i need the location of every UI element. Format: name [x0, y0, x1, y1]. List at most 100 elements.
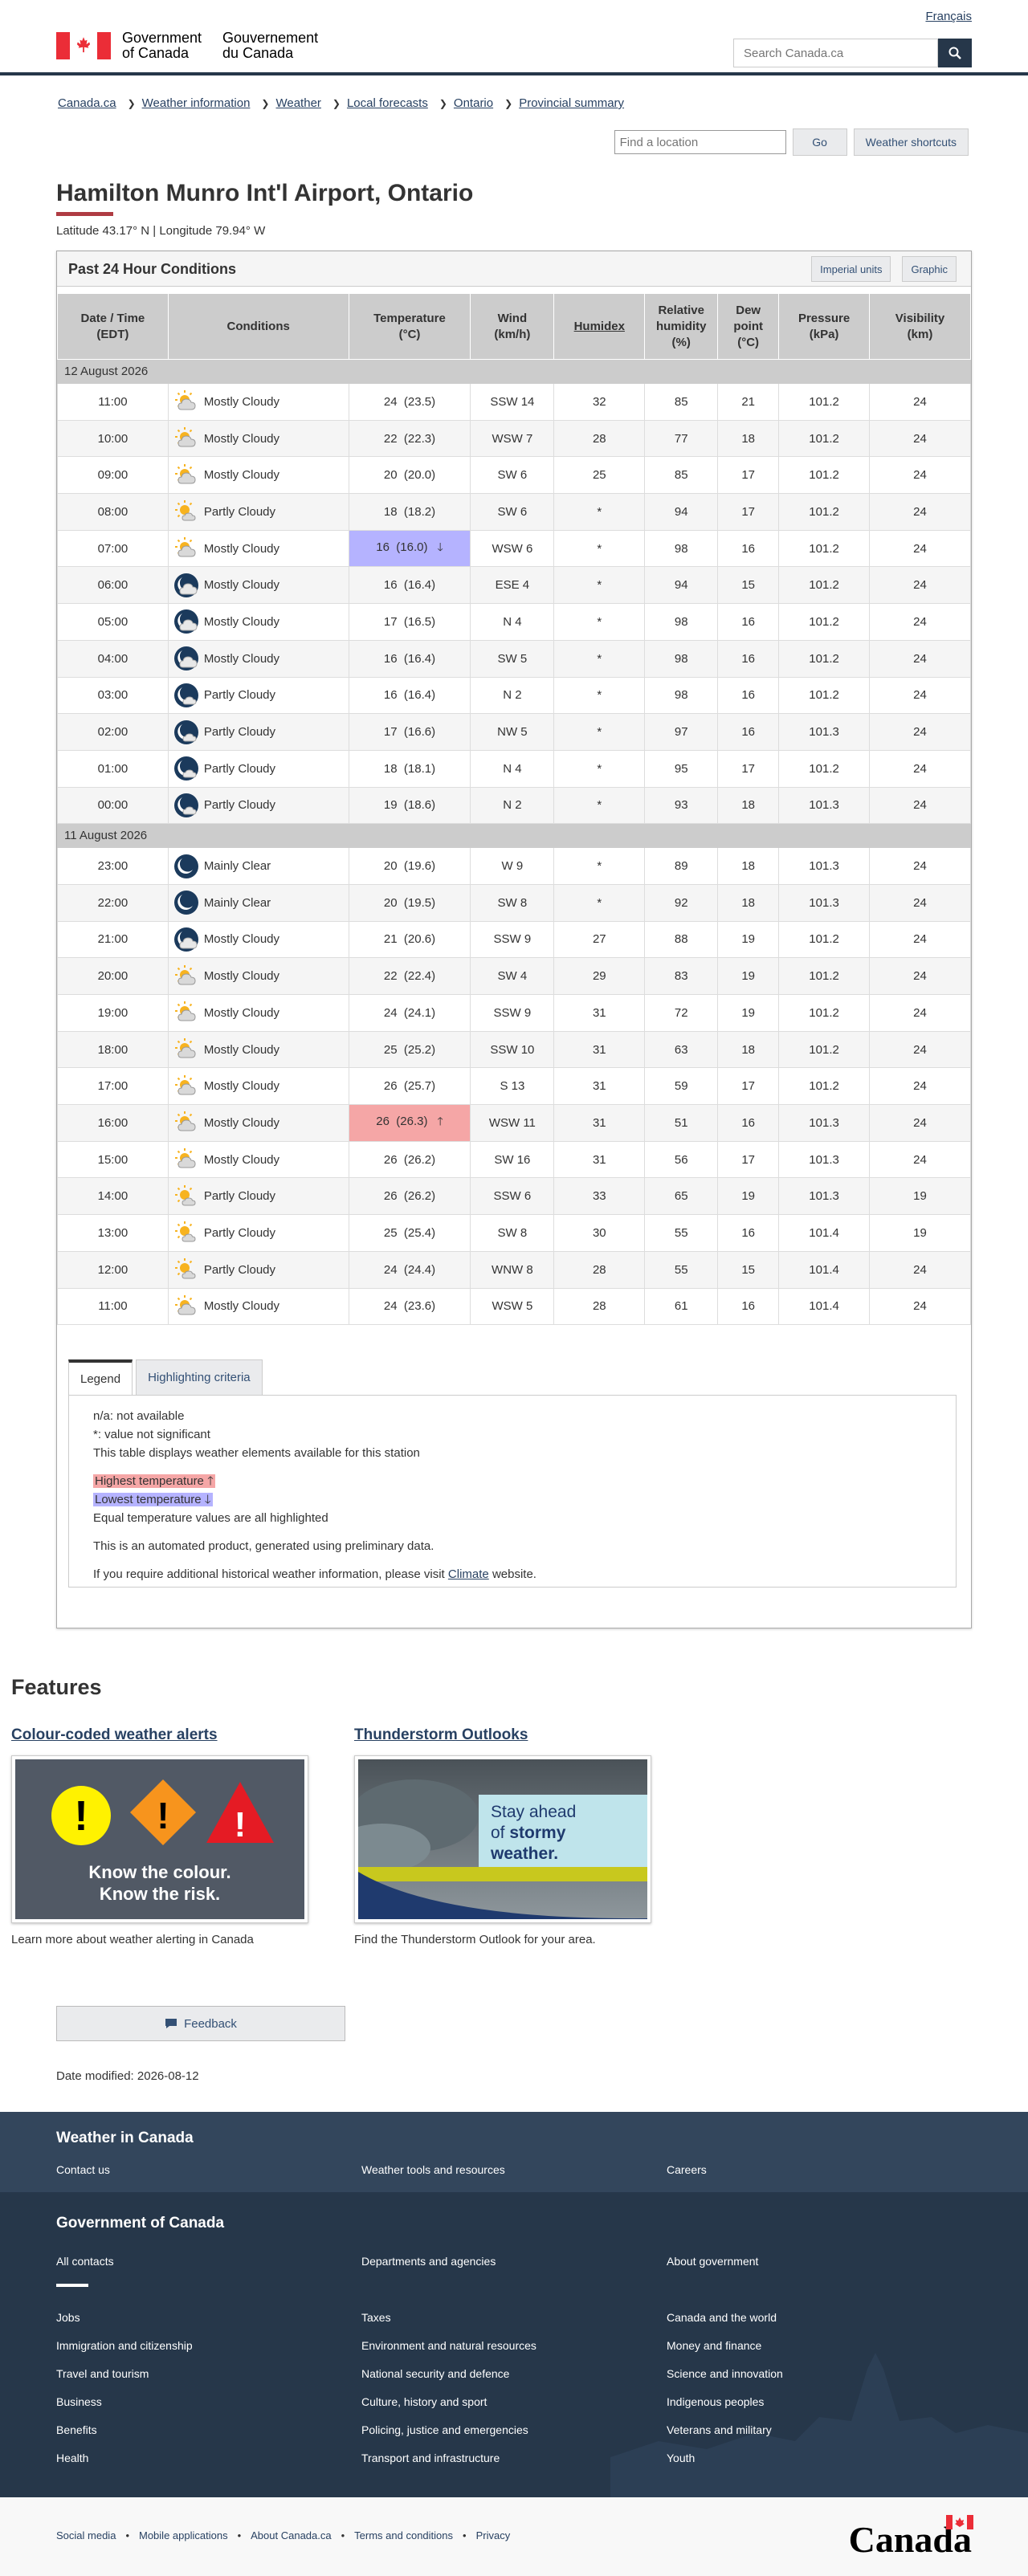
table-row: 19:00 Mostly Cloudy 24 (24.1) SSW 9 31 72 19 10… [57, 994, 971, 1032]
col-header-humidity: Relative humidity (%) [644, 293, 719, 360]
sub-footer-link[interactable]: About Canada.ca [251, 2529, 331, 2541]
col-header-wind: Wind (km/h) [470, 293, 555, 360]
cell-time: 02:00 [57, 713, 169, 751]
footer-link[interactable]: Health [56, 2452, 88, 2464]
cell-dew-point: 17 [717, 493, 780, 531]
cell-wind: NW 5 [470, 713, 555, 751]
footer-link[interactable]: National security and defence [361, 2367, 509, 2380]
col-header-humidex[interactable]: Humidex [553, 293, 646, 360]
search-input[interactable] [733, 39, 938, 67]
footer-link[interactable]: Veterans and military [667, 2423, 772, 2436]
cell-temperature: 18 (18.2) [348, 493, 471, 531]
sub-footer-link[interactable]: Privacy [476, 2529, 511, 2541]
weather-footer: Weather in Canada Contact us Weather too… [0, 2112, 1028, 2192]
features-title: Features [11, 1675, 102, 1699]
table-row: 23:00 Mainly Clear 20 (19.6) W 9 * 89 18 101.3 2… [57, 847, 971, 885]
cell-visibility: 24 [869, 383, 971, 421]
climate-link[interactable]: Climate [448, 1567, 489, 1581]
footer-goc-title: Government of Canada [56, 2215, 225, 2232]
feature-link-thunderstorm[interactable]: Thunderstorm Outlooks [354, 1726, 528, 1743]
table-row: 11:00 Mostly Cloudy 24 (23.5) SSW 14 32 85 21 1… [57, 383, 971, 421]
feature-link-weather-alerts[interactable]: Colour-coded weather alerts [11, 1726, 218, 1743]
graphic-button[interactable]: Graphic [902, 256, 957, 282]
footer-link[interactable]: Contact us [56, 2163, 110, 2176]
search-button[interactable] [938, 39, 972, 67]
sun-cloud-icon [174, 1148, 196, 1168]
cell-time: 03:00 [57, 676, 169, 715]
footer-link[interactable]: Youth [667, 2452, 695, 2464]
footer-link[interactable]: Transport and infrastructure [361, 2452, 500, 2464]
cell-dew-point: 17 [717, 1067, 780, 1106]
footer-link[interactable]: Taxes [361, 2311, 391, 2324]
cell-pressure: 101.2 [778, 383, 871, 421]
tab-legend[interactable]: Legend [68, 1359, 133, 1395]
breadcrumb-link[interactable]: Canada.ca [58, 96, 116, 110]
breadcrumb-link[interactable]: Weather [275, 96, 320, 110]
footer-link[interactable]: Departments and agencies [361, 2255, 496, 2268]
col-header-time: Date / Time (EDT) [57, 293, 169, 360]
weather-alerts-image[interactable]: ! ! ! Know the colour. Know the risk. [11, 1755, 308, 1923]
language-toggle[interactable]: Français [925, 10, 972, 23]
canada-flag-icon [56, 32, 111, 59]
footer-link[interactable]: Immigration and citizenship [56, 2339, 193, 2352]
cell-humidity: 94 [644, 566, 719, 605]
footer-link[interactable]: Culture, history and sport [361, 2395, 487, 2408]
weather-shortcuts-button[interactable]: Weather shortcuts [853, 128, 969, 156]
feedback-button[interactable]: Feedback [56, 2006, 345, 2041]
cell-wind: N 2 [470, 786, 555, 825]
cell-time: 20:00 [57, 957, 169, 995]
table-row: 10:00 Mostly Cloudy 22 (22.3) WSW 7 28 77 18 10… [57, 419, 971, 458]
goc-signature[interactable]: Government of Canada Gouvernement du Canad… [56, 31, 339, 61]
cell-visibility: 24 [869, 1140, 971, 1179]
footer-link[interactable]: Weather tools and resources [361, 2163, 505, 2176]
cell-visibility: 24 [869, 749, 971, 788]
table-header-row: Date / Time (EDT) Conditions Temperature(… [57, 293, 971, 360]
breadcrumb-link[interactable]: Weather information [142, 96, 251, 110]
arrow-down-icon: 🡓 [437, 540, 443, 554]
cell-visibility: 24 [869, 1250, 971, 1289]
footer-link[interactable]: Indigenous peoples [667, 2395, 764, 2408]
footer-link[interactable]: Policing, justice and emergencies [361, 2423, 528, 2436]
footer-link[interactable]: About government [667, 2255, 758, 2268]
breadcrumb-link[interactable]: Local forecasts [347, 96, 428, 110]
sub-footer-link[interactable]: Terms and conditions [354, 2529, 453, 2541]
footer-link[interactable]: Business [56, 2395, 102, 2408]
footer-link[interactable]: Careers [667, 2163, 707, 2176]
go-button[interactable]: Go [792, 128, 847, 156]
cell-pressure: 101.2 [778, 456, 871, 495]
legend-tabs: Legend Highlighting criteria [68, 1359, 266, 1395]
cell-conditions: Mostly Cloudy [167, 1030, 349, 1069]
cell-conditions: Mainly Clear [167, 883, 349, 922]
cell-time: 06:00 [57, 566, 169, 605]
footer-link[interactable]: Benefits [56, 2423, 97, 2436]
search-icon [948, 47, 961, 59]
legend-panel: n/a: not available *: value not signific… [68, 1395, 957, 1588]
footer-link[interactable]: Travel and tourism [56, 2367, 149, 2380]
cell-humidex: * [553, 676, 646, 715]
title-underline [56, 212, 113, 216]
sub-footer-link[interactable]: Social media [56, 2529, 116, 2541]
thunderstorm-image[interactable]: Stay ahead of stormy weather. [334, 1755, 651, 1923]
find-location-input[interactable] [614, 130, 786, 154]
footer-link[interactable]: Money and finance [667, 2339, 761, 2352]
cell-pressure: 101.2 [778, 529, 871, 568]
footer-link[interactable]: Environment and natural resources [361, 2339, 536, 2352]
footer-link[interactable]: Science and innovation [667, 2367, 783, 2380]
sub-footer-link[interactable]: Mobile applications [139, 2529, 228, 2541]
cell-conditions: Partly Cloudy [167, 786, 349, 825]
cell-wind: SSW 14 [470, 383, 555, 421]
svg-text:weather.: weather. [490, 1844, 558, 1863]
footer-link[interactable]: All contacts [56, 2255, 114, 2268]
breadcrumb-link[interactable]: Provincial summary [519, 96, 624, 110]
cell-dew-point: 16 [717, 1104, 780, 1142]
tab-highlighting-criteria[interactable]: Highlighting criteria [136, 1359, 263, 1395]
cell-humidity: 97 [644, 713, 719, 751]
footer-link[interactable]: Jobs [56, 2311, 80, 2324]
imperial-units-button[interactable]: Imperial units [811, 256, 891, 282]
cell-pressure: 101.2 [778, 920, 871, 959]
cell-wind: SSW 6 [470, 1177, 555, 1216]
breadcrumb-link[interactable]: Ontario [454, 96, 493, 110]
table-row: 21:00 Mostly Cloudy 21 (20.6) SSW 9 27 88 19 10… [57, 920, 971, 959]
footer-link[interactable]: Canada and the world [667, 2311, 777, 2324]
panel-title: Past 24 Hour Conditions [68, 261, 237, 277]
